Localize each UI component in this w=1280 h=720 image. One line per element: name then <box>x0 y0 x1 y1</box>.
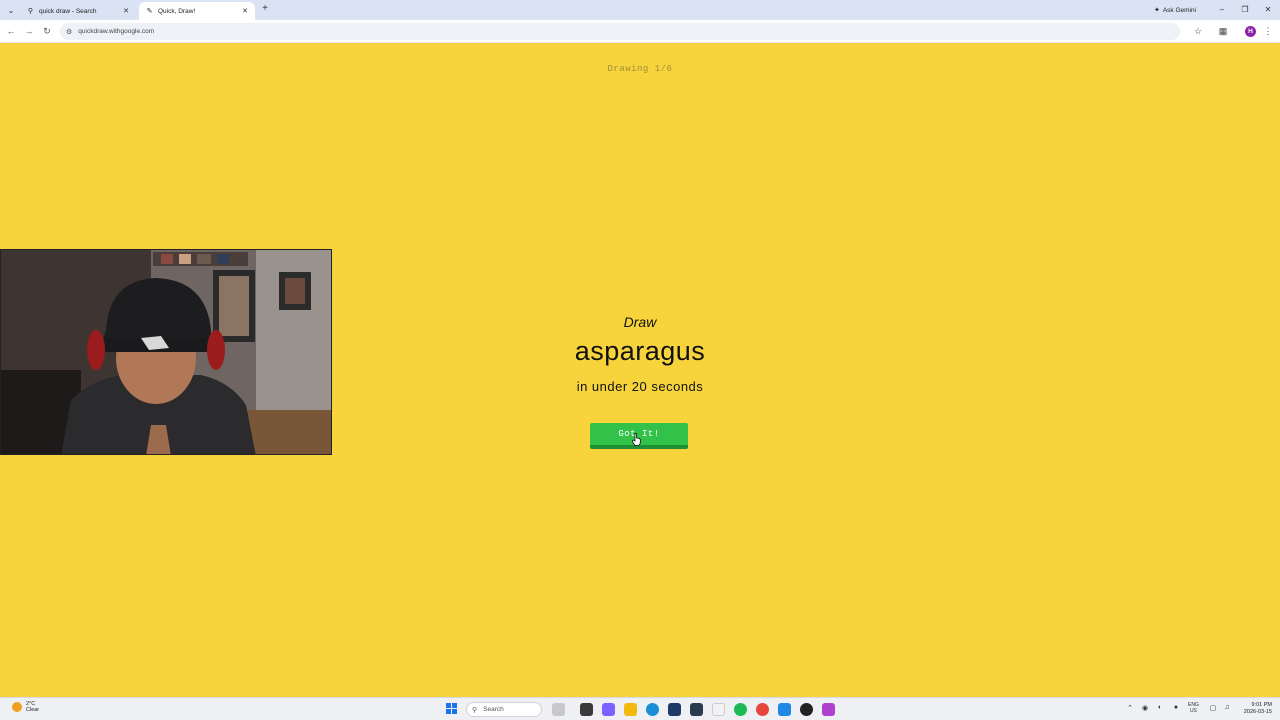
spotify-app-icon[interactable] <box>734 703 747 716</box>
store-app-icon[interactable] <box>668 703 681 716</box>
new-tab-button[interactable]: + <box>259 3 271 15</box>
language-indicator[interactable]: ENG US <box>1188 702 1199 714</box>
webcam-overlay <box>0 249 332 455</box>
notepad-app-icon[interactable] <box>712 703 725 716</box>
url-field[interactable]: ⚙ quickdraw.withgoogle.com <box>60 23 1180 40</box>
webcam-feed-image <box>1 250 331 454</box>
copilot-app-icon[interactable] <box>602 703 615 716</box>
taskbar-clock[interactable]: 9:01 PM 2026-03-15 <box>1236 702 1272 716</box>
tab-quick-draw-search[interactable]: ⚲ quick draw - Search ✕ <box>20 2 136 20</box>
close-tab-icon[interactable]: ✕ <box>122 7 130 15</box>
taskbar-search-box[interactable]: ⚲ Search <box>466 702 542 717</box>
url-text: quickdraw.withgoogle.com <box>78 28 155 35</box>
drawing-counter: Drawing 1/6 <box>607 64 673 74</box>
tray-volume-icon[interactable]: ♫ <box>1222 704 1232 711</box>
tray-network-icon[interactable]: ◐ <box>1155 704 1165 711</box>
clock-time: 9:01 PM <box>1251 702 1272 708</box>
tray-chevron-up-icon[interactable]: ⌃ <box>1125 704 1135 712</box>
photos-app-icon[interactable] <box>778 703 791 716</box>
tab-quick-draw[interactable]: ✎ Quick, Draw! ✕ <box>139 2 255 20</box>
tab-title: quick draw - Search <box>39 7 97 15</box>
search-icon: ⚲ <box>472 706 478 714</box>
forward-arrow-icon[interactable]: → <box>23 25 35 37</box>
tray-display-icon[interactable]: ▢ <box>1208 704 1218 712</box>
gemini-sparkle-icon: ✦ <box>1153 7 1160 14</box>
obs-app-icon[interactable] <box>800 703 813 716</box>
file-explorer-icon[interactable] <box>624 703 637 716</box>
restore-window-icon[interactable]: ❐ <box>1238 3 1252 17</box>
more-options-icon[interactable]: ⋮ <box>1262 25 1274 37</box>
bookmark-star-icon[interactable]: ☆ <box>1192 25 1204 37</box>
quickdraw-icon: ✎ <box>146 8 153 15</box>
extensions-icon[interactable]: ▦ <box>1217 25 1229 37</box>
steam-app-icon[interactable] <box>690 703 703 716</box>
reload-icon[interactable]: ↻ <box>41 25 53 37</box>
weather-widget[interactable]: 2°C Clear <box>12 701 39 713</box>
start-button-icon[interactable] <box>446 703 458 715</box>
ask-gemini-button[interactable]: ✦ Ask Gemini <box>1148 3 1202 17</box>
search-icon: ⚲ <box>27 8 34 15</box>
tab-search-menu-icon[interactable]: ⌄ <box>4 3 18 17</box>
weather-desc: Clear <box>26 707 40 713</box>
tab-strip: ⌄ ⚲ quick draw - Search ✕ ✎ Quick, Draw!… <box>0 0 1280 20</box>
close-tab-icon[interactable]: ✕ <box>241 7 249 15</box>
close-window-icon[interactable]: ✕ <box>1261 3 1275 17</box>
back-arrow-icon[interactable]: ← <box>5 25 17 37</box>
tray-mic-icon[interactable]: ● <box>1171 704 1181 711</box>
widgets-app-icon[interactable] <box>552 703 565 716</box>
site-info-icon[interactable]: ⚙ <box>66 28 72 36</box>
tray-app-icon[interactable]: ◉ <box>1140 704 1150 712</box>
windows-taskbar: 2°C Clear ⚲ Search ⌃ ◉ ◐ ● ENG US ▢ ♫ 9:… <box>0 697 1280 720</box>
address-bar: ← → ↻ ⚙ quickdraw.withgoogle.com ☆ ▦ ⋮ <box>0 20 1280 43</box>
chrome-browser-icon[interactable] <box>756 703 769 716</box>
hand-cursor-icon <box>632 433 641 446</box>
profile-avatar[interactable]: H <box>1245 26 1256 37</box>
ask-gemini-label: Ask Gemini <box>1162 6 1197 14</box>
clock-date: 2026-03-15 <box>1243 709 1272 715</box>
task-view-icon[interactable] <box>580 703 593 716</box>
weather-moon-icon <box>12 702 22 712</box>
tab-title: Quick, Draw! <box>158 7 196 15</box>
language-region: US <box>1189 708 1197 714</box>
minimize-window-icon[interactable]: – <box>1215 3 1229 17</box>
taskbar-search-placeholder: Search <box>483 706 504 713</box>
instagram-app-icon[interactable] <box>822 703 835 716</box>
edge-browser-icon[interactable] <box>646 703 659 716</box>
